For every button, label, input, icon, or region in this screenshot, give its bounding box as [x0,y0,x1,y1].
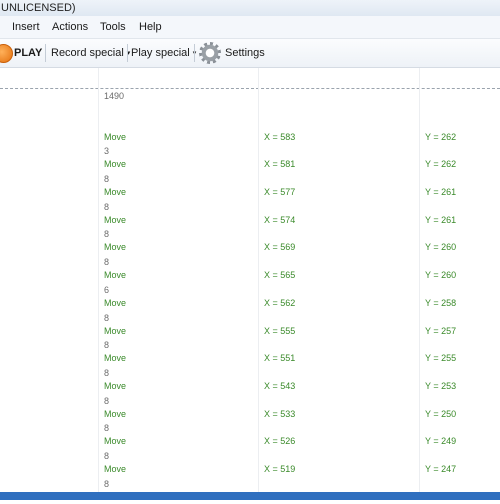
command-name: Move [104,159,127,170]
delay-value: 8 [104,450,110,461]
macro-step-list[interactable]: 1490 Move X = 583 Y = 262 3 Move X = 581 Y = 26… [0,89,500,504]
command-name: Move [104,463,127,474]
table-row[interactable]: 8 Move X = 533 Y = 250 [0,394,500,422]
window-title: UNLICENSED) [1,2,76,14]
delay-value: 3 [104,146,110,157]
delay-value: 6 [104,284,110,295]
table-row[interactable]: Move X = 583 Y = 262 [0,117,500,145]
delay-value: 8 [104,257,110,268]
delay-value: 8 [104,478,110,489]
toolbar-separator [127,44,128,62]
x-coordinate: X = 583 [264,131,296,142]
command-name: Move [104,242,127,253]
grid-header [0,68,500,89]
command-name: Move [104,408,127,419]
delay-value: 1490 [104,91,125,101]
table-row[interactable]: 8 Move X = 565 Y = 260 [0,255,500,283]
table-row[interactable]: 8 Move X = 526 Y = 249 [0,421,500,449]
y-coordinate: Y = 250 [425,408,457,419]
delay-value: 8 [104,229,110,240]
command-name: Move [104,380,127,391]
delay-value: 8 [104,174,110,185]
play-special-button[interactable]: Play special▾ [131,39,196,67]
y-coordinate: Y = 255 [425,353,457,364]
y-coordinate: Y = 260 [425,242,457,253]
command-name: Move [104,270,127,281]
table-row[interactable]: 8 Move X = 543 Y = 253 [0,366,500,394]
menu-actions[interactable]: Actions [52,16,88,38]
table-row[interactable]: 8 Move X = 569 Y = 260 [0,227,500,255]
settings-label: Settings [225,47,265,59]
command-name: Move [104,131,127,142]
x-coordinate: X = 533 [264,408,296,419]
table-row[interactable]: 3 Move X = 581 Y = 262 [0,144,500,172]
command-name: Move [104,436,127,447]
delay-value: 8 [104,340,110,351]
gear-icon[interactable] [199,42,221,64]
x-coordinate: X = 577 [264,187,296,198]
y-coordinate: Y = 260 [425,270,457,281]
record-special-label: Record special [51,47,124,59]
command-name: Move [104,297,127,308]
window-title-bar: UNLICENSED) [0,0,500,16]
table-row[interactable]: 8 Move X = 519 Y = 247 [0,449,500,477]
y-coordinate: Y = 257 [425,325,457,336]
play-label: PLAY [14,47,43,59]
command-name: Move [104,325,127,336]
y-coordinate: Y = 261 [425,187,457,198]
menu-help[interactable]: Help [139,16,162,38]
x-coordinate: X = 581 [264,159,296,170]
command-name: Move [104,214,127,225]
command-name: Move [104,353,127,364]
settings-button[interactable]: Settings [225,39,265,67]
y-coordinate: Y = 258 [425,297,457,308]
play-button[interactable]: PLAY [0,39,42,67]
x-coordinate: X = 519 [264,463,296,474]
table-row[interactable]: 1490 [0,89,500,117]
delay-value: 8 [104,201,110,212]
command-name: Move [104,187,127,198]
x-coordinate: X = 569 [264,242,296,253]
play-icon [0,44,13,63]
x-coordinate: X = 543 [264,380,296,391]
menu-tools[interactable]: Tools [100,16,126,38]
table-row[interactable]: 8 Move X = 551 Y = 255 [0,338,500,366]
y-coordinate: Y = 249 [425,436,457,447]
x-coordinate: X = 555 [264,325,296,336]
play-special-label: Play special [131,47,190,59]
delay-value: 8 [104,423,110,434]
delay-value: 8 [104,395,110,406]
delay-value: 8 [104,367,110,378]
table-row[interactable]: 6 Move X = 562 Y = 258 [0,283,500,311]
x-coordinate: X = 565 [264,270,296,281]
x-coordinate: X = 562 [264,297,296,308]
y-coordinate: Y = 253 [425,380,457,391]
toolbar: PLAY Record special▾ Play special▾ Setti… [0,39,500,68]
table-row[interactable]: 8 Move X = 555 Y = 257 [0,311,500,339]
x-coordinate: X = 574 [264,214,296,225]
y-coordinate: Y = 262 [425,131,457,142]
menu-bar: Insert Actions Tools Help [0,16,500,39]
status-bar [0,492,500,500]
y-coordinate: Y = 261 [425,214,457,225]
x-coordinate: X = 526 [264,436,296,447]
record-special-button[interactable]: Record special ▾ [51,39,130,67]
delay-value: 8 [104,312,110,323]
y-coordinate: Y = 247 [425,463,457,474]
menu-insert[interactable]: Insert [12,16,40,38]
toolbar-separator [194,44,195,62]
table-row[interactable]: 8 Move X = 574 Y = 261 [0,200,500,228]
table-row[interactable]: 8 Move X = 577 Y = 261 [0,172,500,200]
y-coordinate: Y = 262 [425,159,457,170]
x-coordinate: X = 551 [264,353,296,364]
toolbar-separator [45,44,46,62]
